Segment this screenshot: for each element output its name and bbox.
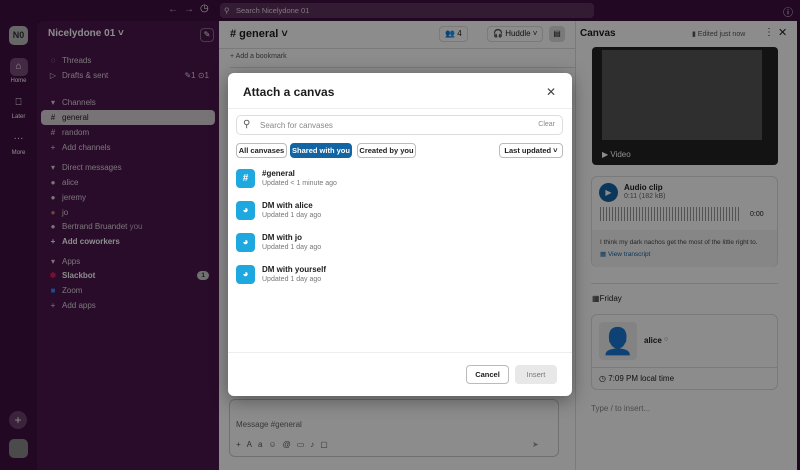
- workspace-icon[interactable]: N0: [9, 26, 28, 45]
- close-icon[interactable]: ✕: [778, 26, 787, 39]
- canvas-insert-input[interactable]: Type / to insert...: [591, 404, 650, 413]
- plus-icon: +: [50, 143, 56, 152]
- clear-button[interactable]: Clear: [538, 121, 555, 128]
- canvas-search-input[interactable]: ⚲ Search for canvases Clear: [236, 115, 563, 135]
- sort-dropdown[interactable]: Last updated ˅: [499, 143, 563, 158]
- dm-alice[interactable]: ● alice: [41, 175, 215, 190]
- add-bookmark[interactable]: + Add a bookmark: [230, 53, 287, 60]
- filter-created-by-you[interactable]: Created by you: [357, 143, 416, 158]
- add-coworkers[interactable]: + Add coworkers: [41, 234, 215, 249]
- canvas-title: Canvas: [580, 28, 616, 39]
- avatar: 👤: [599, 322, 637, 360]
- calendar-icon: ▦: [592, 294, 600, 303]
- search-icon: ⚲: [243, 119, 251, 130]
- channel-title[interactable]: # general ˅: [230, 28, 288, 40]
- history-icon[interactable]: ◷: [200, 3, 209, 14]
- day-label: ▦Friday: [592, 294, 622, 303]
- more-icon: ···: [13, 133, 24, 144]
- search-input[interactable]: ⚲ Search Nicelydone 01: [220, 3, 594, 18]
- app-zoom[interactable]: ■ Zoom: [41, 283, 215, 298]
- play-icon: ▶: [602, 150, 609, 159]
- dm-canvas-icon: ◕: [236, 201, 255, 220]
- workspace-name[interactable]: Nicelydone 01 ˅: [48, 28, 124, 39]
- sidebar-channel-general[interactable]: # general: [41, 110, 215, 125]
- close-icon[interactable]: ✕: [546, 85, 556, 99]
- message-composer[interactable]: Message #general +Aa☺@▭♪▢ ➤: [229, 399, 559, 457]
- view-transcript-link[interactable]: ▦ View transcript: [600, 250, 650, 258]
- audio-clip-card: ▶ Audio clip 0:11 (182 kB) 0:00 I think …: [591, 176, 778, 267]
- dm-jeremy[interactable]: ● jeremy: [41, 190, 215, 205]
- avatar: ●: [50, 193, 56, 202]
- composer-placeholder: Message #general: [236, 420, 302, 429]
- cancel-button[interactable]: Cancel: [466, 365, 509, 384]
- zoom-icon: ■: [50, 286, 56, 295]
- help-icon[interactable]: ⓘ: [783, 4, 793, 19]
- edited-status: ▮ Edited just now: [692, 31, 746, 38]
- headphones-icon: 🎧: [493, 29, 503, 38]
- send-icon[interactable]: ➤: [532, 440, 539, 449]
- canvas-panel: Canvas ▮ Edited just now ⋮ ✕ ▶ Video ▶ A…: [575, 21, 797, 470]
- dm-jo[interactable]: ● jo: [41, 205, 215, 220]
- caret-down-icon: ▾: [50, 98, 55, 107]
- rail-label: Home: [10, 78, 27, 84]
- home-icon: ⌂: [9, 58, 28, 76]
- dm-canvas-icon: ◕: [236, 233, 255, 252]
- canvas-toggle-icon[interactable]: ▤: [549, 26, 565, 42]
- unread-badge: 1: [197, 271, 209, 280]
- sidebar-drafts[interactable]: ▷ Drafts & sent ✎1 ⊙1: [41, 68, 215, 83]
- avatar[interactable]: [9, 439, 28, 458]
- avatar: ●: [50, 222, 56, 231]
- compose-icon[interactable]: ✎: [200, 28, 214, 42]
- user-card[interactable]: 👤 alice ○ ◷ 7:09 PM local time: [591, 314, 778, 390]
- hash-icon: #: [236, 169, 255, 188]
- slackbot-icon: ✱: [49, 271, 57, 280]
- video-embed[interactable]: ▶ Video: [592, 47, 778, 165]
- members-button[interactable]: 👥 4: [439, 26, 468, 42]
- avatar: ●: [50, 178, 56, 187]
- composer-toolbar[interactable]: +Aa☺@▭♪▢: [236, 440, 334, 449]
- rail-home[interactable]: ⌂ Home: [0, 58, 37, 84]
- sidebar-channel-random[interactable]: # random: [41, 125, 215, 140]
- insert-button[interactable]: Insert: [515, 365, 557, 384]
- huddle-button[interactable]: 🎧 Huddle ˅: [487, 26, 544, 42]
- avatar: ●: [50, 208, 56, 217]
- clock-icon: ◷: [599, 374, 606, 383]
- waveform[interactable]: [600, 207, 740, 221]
- rail-later[interactable]: ⎕ Later: [0, 94, 37, 120]
- add-workspace-button[interactable]: +: [9, 411, 27, 429]
- app-slackbot[interactable]: ✱ Slackbot 1: [41, 268, 215, 283]
- add-channels[interactable]: + Add channels: [41, 140, 215, 155]
- back-icon[interactable]: ←: [168, 4, 178, 15]
- attach-canvas-dialog: Attach a canvas ✕ ⚲ Search for canvases …: [228, 73, 572, 396]
- play-button[interactable]: ▶: [599, 183, 618, 202]
- channels-header[interactable]: ▾ Channels: [41, 95, 215, 110]
- add-apps[interactable]: + Add apps: [41, 298, 215, 313]
- rail-more[interactable]: ··· More: [0, 130, 37, 156]
- top-bar: ← → ◷ ⚲ Search Nicelydone 01 ⓘ: [0, 0, 800, 21]
- filter-all-canvases[interactable]: All canvases: [236, 143, 287, 158]
- filter-shared-with-you[interactable]: Shared with you: [290, 143, 352, 158]
- dm-header[interactable]: ▾ Direct messages: [41, 160, 215, 175]
- drafts-counts: ✎1 ⊙1: [184, 71, 209, 80]
- search-placeholder: Search Nicelydone 01: [236, 6, 310, 15]
- status-icon: ○: [664, 336, 669, 343]
- rail-label: Later: [11, 114, 26, 120]
- send-icon: ▷: [49, 71, 57, 80]
- dialog-title: Attach a canvas: [243, 85, 335, 99]
- dm-canvas-icon: ◕: [236, 265, 255, 284]
- rail-label: More: [11, 150, 26, 156]
- sidebar-threads[interactable]: ◌ Threads: [41, 53, 215, 68]
- local-time: ◷ 7:09 PM local time: [599, 374, 675, 383]
- left-rail: [0, 21, 37, 470]
- bookmark-icon: ⎕: [15, 97, 22, 108]
- apps-header[interactable]: ▾ Apps: [41, 254, 215, 269]
- threads-icon: ◌: [50, 56, 56, 65]
- forward-icon[interactable]: →: [184, 4, 194, 15]
- dm-self[interactable]: ● Bertrand Bruandet you: [41, 219, 215, 234]
- search-icon: ⚲: [224, 6, 230, 15]
- more-icon[interactable]: ⋮: [764, 27, 774, 38]
